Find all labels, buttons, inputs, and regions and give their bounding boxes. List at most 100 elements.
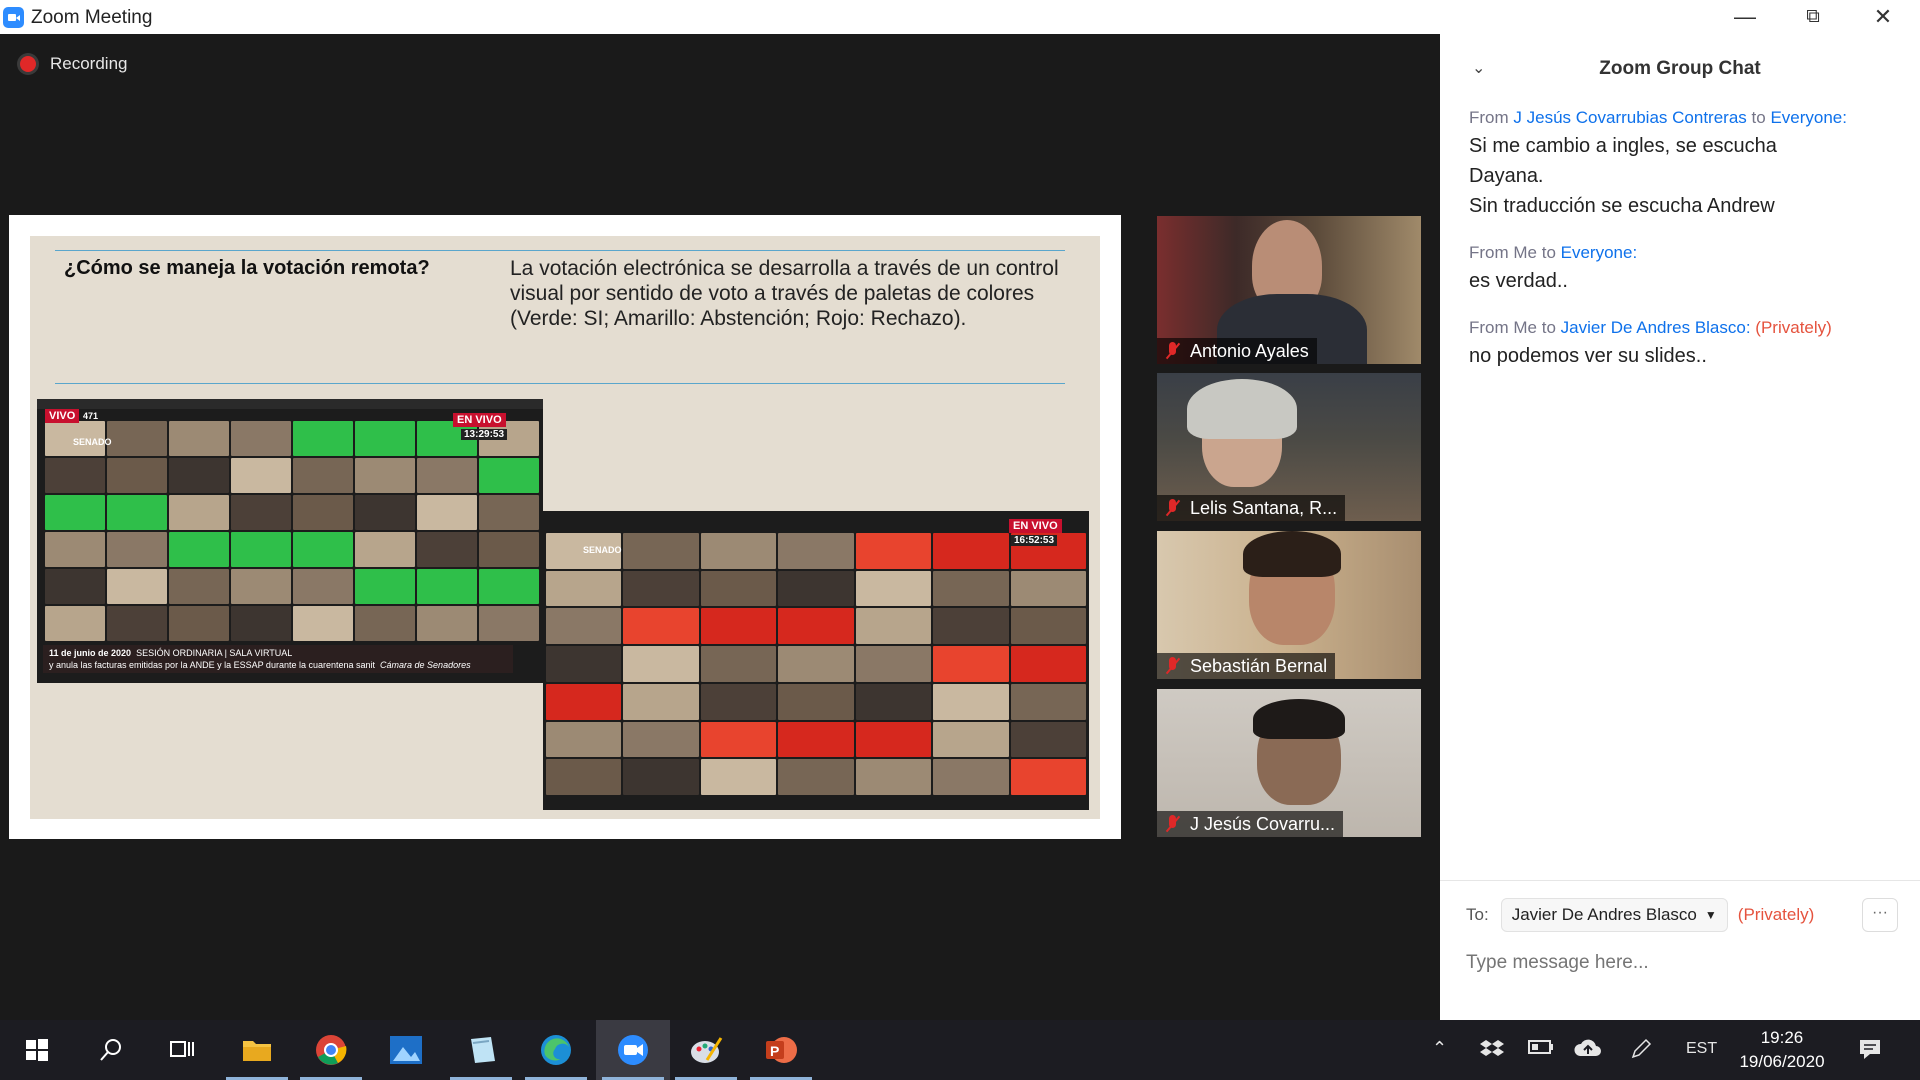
search-button[interactable] [74, 1020, 148, 1080]
video-thumbnail [778, 721, 854, 758]
video-thumbnail [1010, 759, 1086, 795]
message-recipient[interactable]: Everyone: [1770, 108, 1847, 127]
shared-screen: ¿Cómo se maneja la votación remota? La v… [9, 215, 1121, 839]
chat-message: From Me to Everyone: es verdad.. [1469, 242, 1899, 296]
video-thumbnail [855, 570, 932, 607]
video-thumbnail [231, 532, 291, 567]
message-input[interactable] [1466, 946, 1886, 980]
chat-panel: ⌄ Zoom Group Chat From J Jesús Covarrubi… [1440, 34, 1920, 1020]
video-thumbnail [546, 570, 622, 607]
recording-indicator[interactable]: Recording [20, 54, 128, 74]
message-recipient[interactable]: Everyone: [1561, 243, 1638, 262]
en-vivo-badge-right: EN VIVO [1009, 519, 1062, 533]
task-view-button[interactable] [145, 1020, 219, 1080]
battery-icon[interactable] [1528, 1038, 1554, 1062]
video-tile[interactable]: Sebastián Bernal [1157, 531, 1421, 679]
caption-date: 11 de junio de 2020 [49, 648, 132, 658]
video-thumbnail [293, 495, 353, 530]
video-thumbnail [933, 759, 1009, 795]
video-thumbnail [623, 683, 699, 720]
video-tile[interactable]: Antonio Ayales [1157, 216, 1421, 364]
edge-icon [541, 1035, 571, 1065]
video-thumbnail [700, 608, 777, 645]
show-hidden-icons-icon[interactable]: ⌃ [1432, 1038, 1447, 1059]
video-thumbnail [231, 495, 291, 530]
video-thumbnail [169, 532, 229, 567]
notes-icon [471, 1037, 495, 1063]
pen-icon[interactable] [1630, 1038, 1652, 1066]
video-thumbnail [855, 759, 932, 795]
taskbar: P ⌃ EST 19:26 19/06/2020 [0, 1020, 1920, 1080]
video-thumbnail [623, 608, 699, 645]
participant-name: J Jesús Covarru... [1190, 813, 1336, 834]
video-thumbnail [355, 569, 415, 604]
minimize-button[interactable]: — [1710, 0, 1780, 34]
photos-icon [390, 1036, 422, 1064]
message-header: From Me to Javier De Andres Blasco: (Pri… [1469, 317, 1899, 339]
recipient-row: To: Javier De Andres Blasco ▼ (Privately… [1466, 898, 1814, 932]
system-clock[interactable]: 19:26 19/06/2020 [1722, 1026, 1842, 1074]
video-thumbnail [623, 721, 699, 758]
windows-icon [26, 1039, 48, 1061]
video-thumbnail [778, 646, 854, 682]
participant-nametag: J Jesús Covarru... [1157, 811, 1344, 837]
participant-video-hair [1243, 531, 1341, 577]
zoom-button[interactable] [596, 1020, 670, 1080]
from-prefix: From [1469, 108, 1509, 127]
video-thumbnail [417, 606, 477, 641]
input-language[interactable]: EST [1686, 1040, 1717, 1058]
onedrive-upload-icon[interactable] [1574, 1038, 1602, 1064]
video-thumbnail [479, 495, 539, 530]
edge-button[interactable] [519, 1020, 593, 1080]
video-thumbnail [355, 532, 415, 567]
video-thumbnail [623, 570, 699, 607]
photos-button[interactable] [369, 1020, 443, 1080]
participant-video-hair [1253, 699, 1345, 739]
chrome-button[interactable] [294, 1020, 368, 1080]
vivo-badge: VIVO [45, 409, 80, 423]
notifications-icon[interactable] [1858, 1038, 1882, 1066]
paint-button[interactable] [669, 1020, 743, 1080]
slide-question: ¿Cómo se maneja la votación remota? [64, 257, 430, 279]
video-thumbnail [231, 421, 291, 456]
video-thumbnail [169, 495, 229, 530]
file-explorer-button[interactable] [220, 1020, 294, 1080]
video-thumbnail [169, 421, 229, 456]
restore-button[interactable]: ⧉ [1778, 0, 1848, 34]
video-thumbnail [700, 570, 777, 607]
video-thumbnail [778, 533, 854, 569]
chat-header: ⌄ Zoom Group Chat [1440, 34, 1920, 102]
video-thumbnail [355, 606, 415, 641]
zoom-app-icon [3, 7, 24, 28]
video-tile[interactable]: Lelis Santana, R... [1157, 373, 1421, 521]
caption-session: SESIÓN ORDINARIA | SALA VIRTUAL [136, 648, 293, 658]
powerpoint-button[interactable]: P [744, 1020, 818, 1080]
message-sender[interactable]: J Jesús Covarrubias Contreras [1513, 108, 1746, 127]
video-thumbnail [169, 569, 229, 604]
close-button[interactable]: ✕ [1848, 0, 1918, 34]
more-options-button[interactable]: ··· [1862, 898, 1898, 932]
participant-video-hair [1187, 379, 1297, 439]
video-thumbnail [417, 569, 477, 604]
clock-date: 19/06/2020 [1739, 1052, 1825, 1071]
notes-button[interactable] [444, 1020, 518, 1080]
participant-name: Sebastián Bernal [1190, 655, 1328, 676]
video-thumbnail [855, 608, 932, 645]
video-thumbnail [700, 759, 777, 795]
video-thumbnail [231, 458, 291, 493]
video-thumbnail [417, 495, 477, 530]
recipient-dropdown[interactable]: Javier De Andres Blasco ▼ [1500, 898, 1728, 932]
video-thumbnail [45, 532, 105, 567]
video-thumbnail [479, 458, 539, 493]
start-button[interactable] [0, 1020, 74, 1080]
video-thumbnail [355, 495, 415, 530]
video-thumbnail [933, 570, 1009, 607]
video-tile[interactable]: J Jesús Covarru... [1157, 689, 1421, 837]
video-thumbnail [623, 646, 699, 682]
message-recipient[interactable]: Javier De Andres Blasco: [1561, 318, 1751, 337]
dropbox-icon[interactable] [1480, 1038, 1504, 1064]
video-thumbnail [546, 721, 622, 758]
slide-mid-rule [55, 383, 1065, 384]
video-thumbnail [355, 421, 415, 456]
video-thumbnail [107, 606, 167, 641]
